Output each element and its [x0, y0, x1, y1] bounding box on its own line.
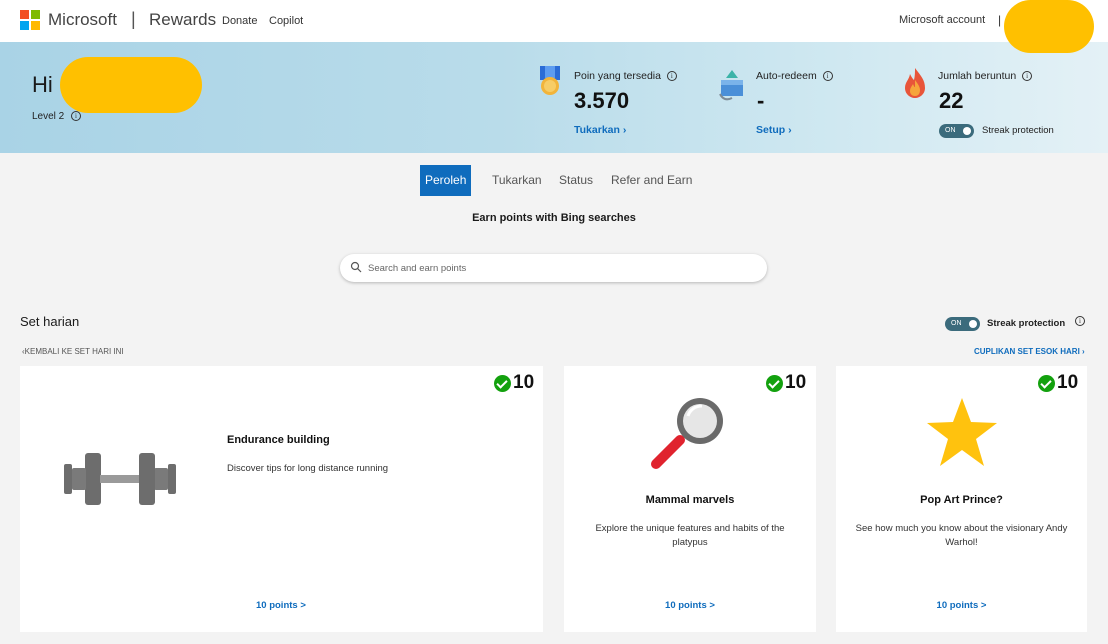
check-icon	[1038, 374, 1055, 392]
setup-link[interactable]: Setup ›	[756, 124, 792, 136]
brand-name[interactable]: Microsoft	[48, 10, 117, 30]
points-badge: 10	[766, 372, 806, 394]
tab-refer-and-earn[interactable]: Refer and Earn	[606, 165, 697, 196]
level-indicator: Level 2 i	[32, 111, 82, 122]
back-to-today-link[interactable]: ‹KEMBALI KE SET HARI INI	[22, 347, 124, 356]
level-label: Level 2	[32, 111, 65, 122]
auto-redeem-value: -	[757, 88, 765, 113]
daily-card-2[interactable]: 10 Mammal marvels Explore the unique fea…	[564, 366, 816, 632]
points-available-label: Poin yang tersedia i	[574, 70, 677, 82]
tab-peroleh[interactable]: Peroleh	[420, 165, 472, 196]
info-icon[interactable]: i	[822, 71, 833, 82]
greeting: Hi	[32, 72, 53, 97]
brand-separator: |	[131, 9, 136, 29]
nav-link-donate[interactable]: Donate	[222, 15, 257, 27]
rewards-title[interactable]: Rewards	[149, 10, 216, 30]
check-icon	[494, 374, 511, 392]
streak-protection-label: Streak protection	[982, 125, 1054, 136]
medal-icon	[540, 66, 560, 95]
info-icon[interactable]: i	[1022, 71, 1033, 82]
streak-protection-toggle[interactable]: ON	[939, 124, 974, 138]
top-nav: Microsoft | Rewards Donate Copilot Micro…	[0, 0, 1108, 53]
user-name-redaction	[60, 57, 202, 113]
search-heading: Earn points with Bing searches	[472, 212, 636, 224]
tab-tukarkan[interactable]: Tukarkan	[487, 165, 547, 196]
magnifier-icon	[651, 398, 723, 469]
streak-count-value: 22	[939, 88, 964, 113]
points-available-value: 3.570	[574, 88, 630, 113]
preview-tomorrow-link[interactable]: CUPLIKAN SET ESOK HARI ›	[974, 347, 1085, 356]
search-input[interactable]	[368, 260, 748, 276]
account-avatar-redaction[interactable]	[1004, 0, 1094, 53]
nav-link-copilot[interactable]: Copilot	[269, 15, 303, 27]
card-title: Pop Art Prince?	[920, 494, 1003, 506]
daily-streak-protection-label: Streak protection	[987, 318, 1066, 329]
microsoft-account-link[interactable]: Microsoft account	[899, 14, 985, 26]
card-title: Endurance building	[227, 434, 330, 446]
dumbbell-icon	[64, 453, 176, 505]
card-description: Discover tips for long distance running	[227, 463, 389, 474]
card-title: Mammal marvels	[645, 494, 735, 506]
daily-card-3[interactable]: 10 Pop Art Prince? See how much you know…	[836, 366, 1087, 632]
toggle-state: ON	[951, 320, 962, 327]
tab-status[interactable]: Status	[554, 165, 598, 196]
card-description: See how much you know about the visionar…	[855, 523, 1068, 548]
daily-set-title: Set harian	[20, 314, 80, 329]
info-icon[interactable]: i	[71, 111, 82, 122]
card-points-link[interactable]: 10 points >	[564, 600, 816, 611]
auto-redeem-label: Auto-redeem i	[756, 70, 833, 82]
toggle-state: ON	[945, 127, 956, 134]
points-badge: 10	[1038, 372, 1078, 394]
info-icon[interactable]: i	[666, 71, 677, 82]
microsoft-logo-icon[interactable]	[20, 10, 40, 30]
daily-card-1[interactable]: 10 Endurance building Discover tips for …	[20, 366, 543, 632]
toggle-knob	[963, 127, 971, 135]
flame-icon	[905, 68, 925, 98]
hero-banner: Hi Level 2 i Poin yang tersedia i 3.570 …	[0, 42, 1108, 153]
star-icon	[927, 398, 997, 466]
card-description: Explore the unique features and habits o…	[595, 523, 785, 548]
check-icon	[766, 374, 783, 392]
toggle-knob	[969, 320, 977, 328]
gift-box-icon	[719, 70, 743, 101]
card-points-link[interactable]: 10 points >	[256, 600, 306, 611]
redeem-link[interactable]: Tukarkan ›	[574, 124, 626, 136]
daily-streak-protection-toggle[interactable]: ON	[945, 317, 980, 331]
points-badge: 10	[494, 372, 534, 394]
points-value: 10	[513, 372, 535, 393]
card-points-link[interactable]: 10 points >	[836, 600, 1087, 611]
info-icon[interactable]: i	[1075, 316, 1085, 326]
search-icon	[350, 261, 362, 273]
points-value: 10	[1057, 372, 1079, 393]
search-box	[340, 254, 767, 282]
account-separator: |	[998, 13, 1002, 27]
streak-count-label: Jumlah beruntun i	[938, 70, 1033, 82]
points-value: 10	[785, 372, 807, 393]
